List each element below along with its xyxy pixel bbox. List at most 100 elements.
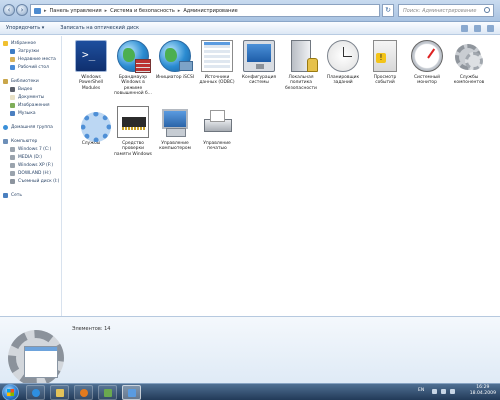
breadcrumb-administrative-tools[interactable]: Администрирование (183, 8, 237, 14)
security-policy-icon (291, 40, 318, 72)
sidebar-item-drive-i[interactable]: Съемный диск (I:) (0, 177, 61, 185)
preview-pane-icon[interactable] (474, 25, 481, 32)
star-icon (3, 40, 8, 46)
clock[interactable]: 16:29 18.04.2009 (470, 385, 496, 397)
tile-event-viewer[interactable]: Просмотр событий (365, 40, 405, 86)
event-viewer-icon (373, 40, 397, 72)
tile-odbc[interactable]: Источники данных (ODBC) (197, 40, 237, 86)
component-services-icon (453, 40, 485, 72)
show-hidden-icons-icon[interactable] (432, 389, 437, 394)
sidebar-item-recent-places[interactable]: Недавние места (0, 55, 61, 63)
network-tray-icon[interactable] (441, 389, 446, 394)
homegroup-icon (3, 124, 8, 130)
breadcrumb-system-security[interactable]: Система и безопасность (110, 8, 175, 14)
tile-services[interactable]: Службы (71, 106, 111, 146)
burn-disc-button[interactable]: Записать на оптический диск (60, 25, 139, 31)
back-button[interactable]: ‹ (3, 4, 15, 16)
network-icon (3, 192, 8, 198)
sidebar-item-music[interactable]: Музыка (0, 109, 61, 117)
tile-local-security-policy[interactable]: Локальная политика безопасности (281, 40, 321, 91)
taskbar: EN 16:29 18.04.2009 (0, 383, 500, 400)
control-panel-icon (128, 389, 136, 397)
taskbar-ie[interactable] (26, 385, 45, 400)
sidebar-item-documents[interactable]: Документы (0, 93, 61, 101)
downloads-icon (10, 48, 15, 54)
navigation-pane: Избранное Загрузки Недавние места Рабочи… (0, 36, 62, 316)
media-icon (104, 389, 112, 397)
sidebar-item-downloads[interactable]: Загрузки (0, 47, 61, 55)
tile-print-management[interactable]: Управление печатью (197, 106, 237, 152)
print-management-icon (201, 106, 233, 138)
forward-button[interactable]: › (16, 4, 28, 16)
sidebar-item-drive-d[interactable]: MEDIA (D:) (0, 153, 61, 161)
media-player-icon (80, 389, 88, 397)
music-icon (10, 110, 15, 116)
taskbar-control-panel[interactable] (122, 385, 141, 400)
desktop-icon (10, 64, 15, 70)
powershell-icon (75, 40, 107, 72)
organize-button[interactable]: Упорядочить ▾ (6, 25, 44, 31)
title-bar: ‹ › ▸ Панель управления ▸ Система и безо… (0, 0, 500, 22)
search-placeholder: Поиск: Администрирование (403, 8, 477, 14)
sidebar-homegroup[interactable]: Домашняя группа (0, 123, 61, 131)
drive-icon (10, 154, 15, 160)
sidebar-favorites[interactable]: Избранное (0, 39, 61, 47)
computer-management-icon (159, 106, 191, 138)
tile-task-scheduler[interactable]: Планировщик заданий (323, 40, 363, 86)
performance-monitor-icon (411, 40, 443, 72)
tile-memory-diagnostic[interactable]: Средство проверки памяти Windows (113, 106, 153, 157)
breadcrumb-separator: ▸ (104, 7, 108, 14)
internet-explorer-icon (32, 389, 40, 397)
search-input[interactable]: Поиск: Администрирование (398, 4, 494, 17)
start-button[interactable] (2, 384, 19, 400)
folder-icon (56, 389, 64, 397)
help-icon[interactable] (487, 25, 494, 32)
system-config-icon (243, 40, 275, 72)
libraries-icon (3, 78, 8, 84)
view-controls (461, 25, 494, 32)
breadcrumb-separator: ▸ (44, 7, 47, 14)
memory-diagnostic-icon (117, 106, 149, 138)
tile-component-services[interactable]: Службы компонентов (449, 40, 489, 86)
address-bar[interactable]: ▸ Панель управления ▸ Система и безопасн… (30, 4, 380, 17)
sidebar-item-drive-c[interactable]: Windows 7 (C:) (0, 145, 61, 153)
taskbar-media[interactable] (98, 385, 117, 400)
sidebar-network[interactable]: Сеть (0, 191, 61, 199)
iscsi-globe-icon (159, 40, 193, 72)
sidebar-item-desktop[interactable]: Рабочий стол (0, 63, 61, 71)
tile-system-configuration[interactable]: Конфигурация системы (239, 40, 279, 86)
tile-performance-monitor[interactable]: Системный монитор (407, 40, 447, 86)
taskbar-explorer[interactable] (50, 385, 69, 400)
explorer-window: ‹ › ▸ Панель управления ▸ Система и безо… (0, 0, 500, 383)
computer-icon (3, 138, 8, 144)
refresh-button[interactable]: ↻ (382, 4, 394, 17)
item-count: Элементов: 14 (72, 326, 111, 332)
file-list: Windows PowerShell Modules Брандмауэр Wi… (63, 36, 500, 316)
tile-computer-management[interactable]: Управление компьютером (155, 106, 195, 152)
task-scheduler-icon (327, 40, 359, 72)
sidebar-item-drive-h[interactable]: DOWLAND (H:) (0, 169, 61, 177)
recent-places-icon (10, 56, 15, 62)
documents-icon (10, 94, 15, 100)
pictures-icon (10, 102, 15, 108)
tile-iscsi-initiator[interactable]: Инициатор iSCSI (155, 40, 195, 80)
drive-icon (10, 146, 15, 152)
control-panel-icon (34, 7, 41, 14)
sidebar-item-pictures[interactable]: Изображения (0, 101, 61, 109)
tile-firewall[interactable]: Брандмауэр Windows в режиме повышенной б… (113, 40, 153, 97)
taskbar-media-player[interactable] (74, 385, 93, 400)
details-pane: Элементов: 14 (0, 316, 500, 383)
tile-powershell-modules[interactable]: Windows PowerShell Modules (71, 40, 111, 91)
drive-icon (10, 162, 15, 168)
volume-icon[interactable] (450, 389, 455, 394)
odbc-icon (201, 40, 233, 72)
sidebar-computer[interactable]: Компьютер (0, 137, 61, 145)
language-indicator[interactable]: EN (418, 388, 424, 393)
view-options-icon[interactable] (461, 25, 468, 32)
administrative-tools-icon (6, 324, 64, 383)
breadcrumb-control-panel[interactable]: Панель управления (50, 8, 102, 14)
sidebar-item-video[interactable]: Видео (0, 85, 61, 93)
services-icon (75, 106, 111, 142)
sidebar-item-drive-f[interactable]: Windows XP (F:) (0, 161, 61, 169)
sidebar-libraries[interactable]: Библиотеки (0, 77, 61, 85)
